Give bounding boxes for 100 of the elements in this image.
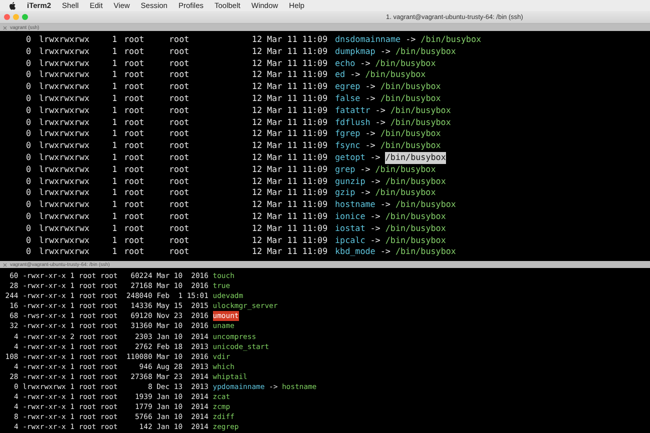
- link-target: /bin/busybox: [365, 69, 426, 82]
- file-size: 12: [250, 140, 262, 152]
- group: root: [169, 58, 250, 70]
- link-arrow: ->: [370, 234, 380, 246]
- modified-date: Mar 11 11:09: [266, 152, 329, 164]
- file-name: ed: [335, 69, 346, 82]
- file-name: fsync: [335, 140, 360, 152]
- owner: root: [123, 92, 146, 105]
- close-icon[interactable]: [3, 262, 7, 266]
- link-target: /bin/busybox: [375, 187, 436, 200]
- group: root: [169, 187, 250, 200]
- link-target: /bin/busybox: [375, 164, 436, 176]
- group: root: [169, 222, 250, 235]
- file-name: egrep: [335, 81, 360, 93]
- file-size: 12: [250, 222, 262, 235]
- file-size: 12: [250, 210, 262, 223]
- group: root: [169, 104, 250, 117]
- link-arrow: ->: [360, 187, 370, 200]
- link-arrow: ->: [365, 92, 376, 105]
- owner: root: [123, 69, 146, 82]
- close-icon[interactable]: [3, 26, 7, 30]
- modified-date: Mar 11 11:09: [266, 81, 329, 93]
- modified-date: Mar 11 11:09: [266, 116, 329, 128]
- link-count: 1: [110, 58, 117, 70]
- file-size: 12: [250, 34, 262, 46]
- link-arrow: ->: [406, 34, 416, 46]
- permissions: lrwxrwxrwx: [38, 222, 90, 235]
- link-target: /bin/busybox: [375, 58, 436, 70]
- file-size: 12: [250, 164, 262, 176]
- modified-date: Mar 11 11:09: [266, 210, 329, 223]
- file-size: 12: [250, 234, 262, 246]
- link-arrow: ->: [350, 69, 360, 82]
- modified-date: Mar 11 11:09: [266, 92, 329, 105]
- link-target: /bin/busybox: [420, 34, 482, 46]
- block-count: 0: [24, 46, 31, 58]
- group: root: [169, 164, 250, 176]
- owner: root: [123, 164, 146, 176]
- permissions: lrwxrwxrwx: [38, 104, 90, 117]
- link-arrow: ->: [380, 46, 390, 58]
- link-arrow: ->: [365, 81, 376, 93]
- link-count: 1: [110, 128, 117, 140]
- permissions: lrwxrwxrwx: [38, 58, 90, 70]
- modified-date: Mar 11 11:09: [266, 164, 329, 176]
- link-count: 1: [110, 199, 117, 211]
- block-count: 0: [24, 234, 31, 246]
- block-count: 0: [24, 187, 31, 200]
- link-count: 1: [110, 46, 117, 58]
- permissions: lrwxrwxrwx: [38, 128, 90, 140]
- owner: root: [123, 128, 146, 140]
- modified-date: Mar 11 11:09: [266, 128, 329, 140]
- owner: root: [123, 34, 146, 46]
- apple-logo-icon[interactable]: [9, 2, 16, 10]
- file-name: gunzip: [335, 176, 366, 188]
- permissions: lrwxrwxrwx: [38, 234, 90, 246]
- file-name: getopt: [335, 152, 366, 164]
- block-count: 0: [24, 140, 31, 152]
- file-size: 12: [250, 199, 262, 211]
- block-count: 0: [24, 69, 31, 82]
- block-count: 0: [24, 152, 31, 164]
- block-count: 0: [24, 210, 31, 223]
- close-button[interactable]: [4, 14, 10, 20]
- permissions: lrwxrwxrwx: [38, 34, 90, 46]
- link-arrow: ->: [360, 164, 370, 176]
- file-size: 12: [250, 246, 262, 258]
- owner: root: [123, 140, 146, 152]
- owner: root: [123, 104, 146, 117]
- zoom-button[interactable]: [22, 14, 28, 20]
- link-count: 1: [110, 187, 117, 200]
- modified-date: Mar 11 11:09: [266, 222, 329, 235]
- link-count: 1: [110, 210, 117, 223]
- owner: root: [123, 81, 146, 93]
- link-arrow: ->: [380, 199, 390, 211]
- link-target: /bin/busybox: [385, 210, 446, 223]
- block-count: 0: [24, 176, 31, 188]
- block-count: 0: [24, 128, 31, 140]
- permissions: lrwxrwxrwx: [38, 92, 90, 105]
- file-size: 12: [250, 46, 262, 58]
- link-count: 1: [110, 222, 117, 235]
- link-target: /bin/busybox: [395, 246, 456, 258]
- link-target: /bin/busybox: [380, 81, 441, 93]
- block-count: 0: [24, 199, 31, 211]
- link-target: /bin/busybox: [385, 234, 446, 246]
- link-count: 1: [110, 81, 117, 93]
- owner: root: [123, 46, 146, 58]
- block-count: 0: [24, 92, 31, 105]
- link-count: 1: [110, 176, 117, 188]
- permissions: lrwxrwxrwx: [38, 210, 90, 223]
- file-name: fatattr: [335, 104, 370, 117]
- owner: root: [123, 199, 146, 211]
- file-size: 12: [250, 176, 262, 188]
- link-count: 1: [110, 140, 117, 152]
- link-count: 1: [110, 164, 117, 176]
- link-count: 1: [110, 69, 117, 82]
- link-target: /bin/busybox: [385, 222, 446, 235]
- link-count: 1: [110, 246, 117, 258]
- permissions: lrwxrwxrwx: [38, 164, 90, 176]
- minimize-button[interactable]: [13, 14, 19, 20]
- link-target: /bin/busybox: [385, 152, 446, 164]
- group: root: [169, 128, 250, 140]
- owner: root: [123, 234, 146, 246]
